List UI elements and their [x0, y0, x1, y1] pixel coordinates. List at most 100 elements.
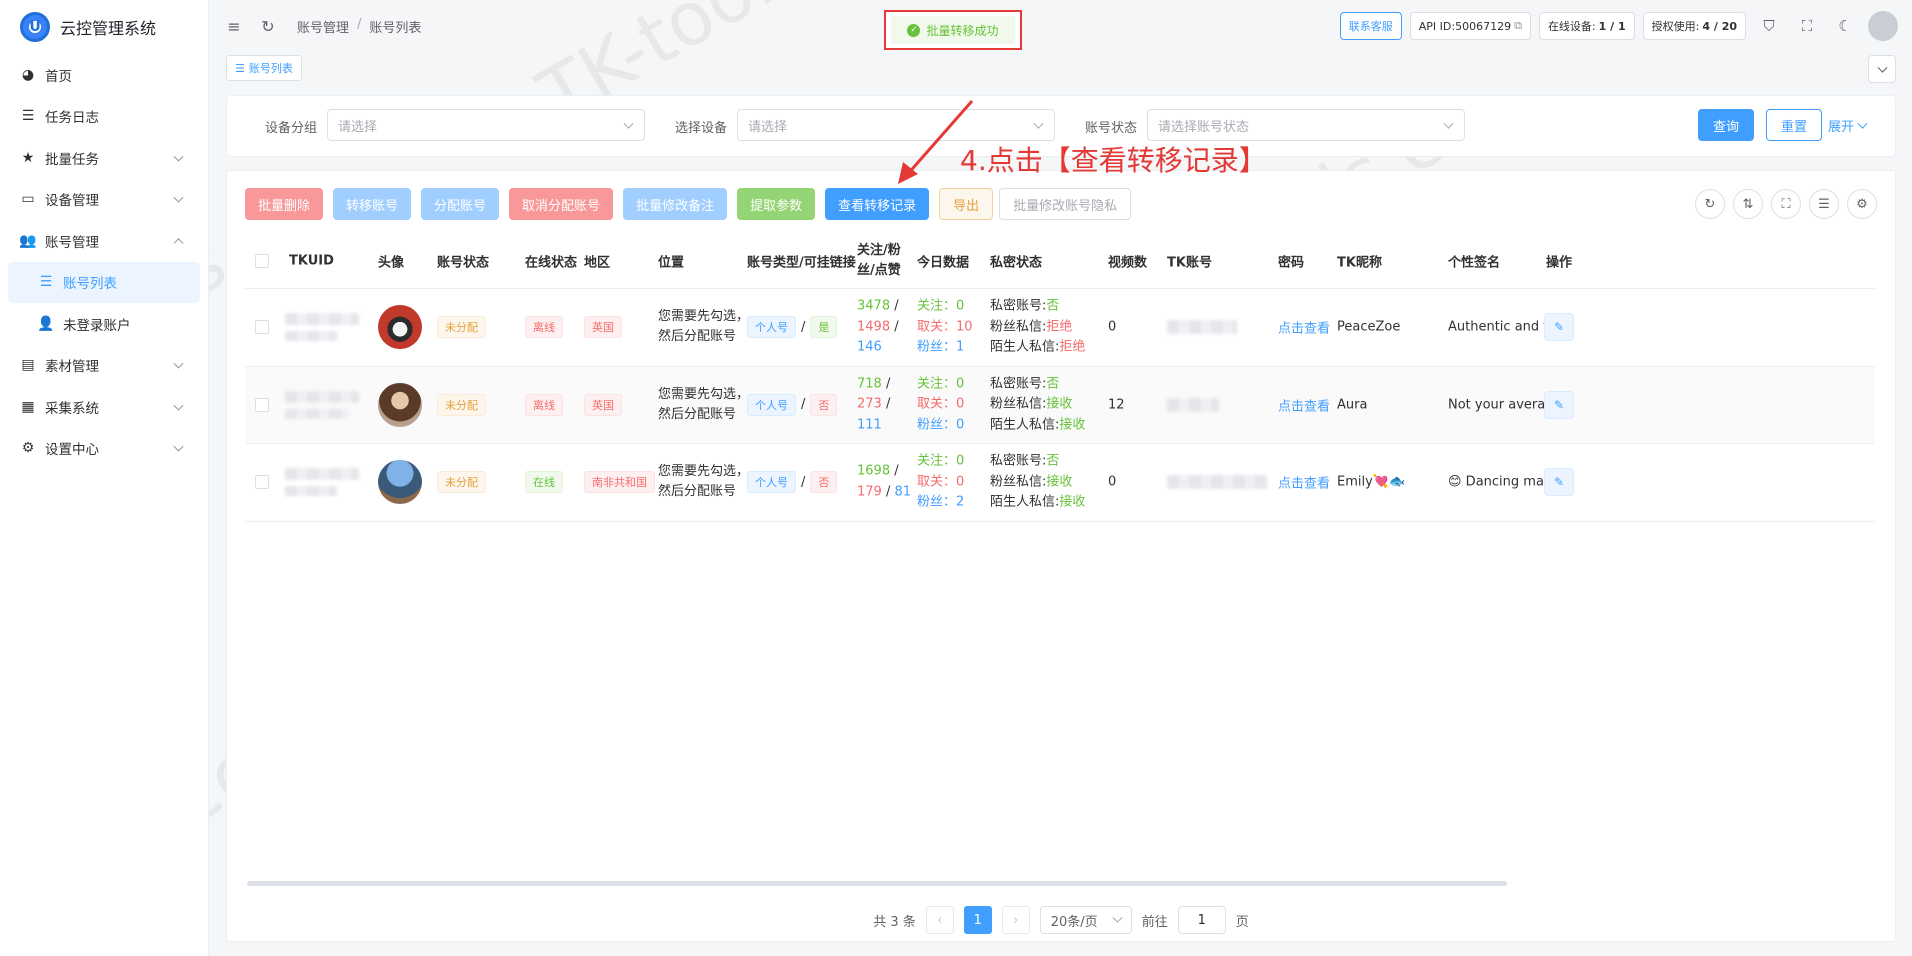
copy-icon[interactable]: ⧉ [1514, 19, 1522, 33]
col-account-type: 账号类型/可挂链接 [747, 255, 856, 270]
view-password-link[interactable]: 点击查看 [1278, 473, 1330, 492]
unassign-button[interactable]: 取消分配账号 [509, 188, 614, 220]
sidebar-item-task-log[interactable]: ☰ 任务日志 [0, 96, 208, 138]
fullscreen-icon[interactable]: ⛶ [1771, 189, 1801, 219]
row-checkbox[interactable] [255, 475, 269, 490]
table-row[interactable]: 未分配 离线 英国 您需要先勾选，然后分配账号 个人号 / 否 718 / 273 … [245, 366, 1875, 444]
reset-button[interactable]: 重置 [1766, 109, 1823, 141]
breadcrumb-item[interactable]: 账号管理 [297, 17, 349, 36]
transfer-button[interactable]: 转移账号 [333, 188, 412, 220]
assign-button[interactable]: 分配账号 [421, 188, 500, 220]
sidebar-item-batch-tasks[interactable]: ★ 批量任务 [0, 137, 208, 179]
edit-icon: ✎ [1553, 475, 1565, 490]
next-page-button[interactable]: › [1001, 906, 1030, 934]
col-privacy: 私密状态 [990, 255, 1043, 270]
chevron-up-icon [173, 237, 184, 248]
col-today-data: 今日数据 [917, 255, 970, 270]
fullscreen-icon[interactable]: ⛶ [1792, 12, 1822, 40]
today-data: 关注：0 取关：0 粉丝：2 [917, 452, 964, 514]
today-data: 关注：0 取关：10 粉丝：1 [917, 297, 973, 359]
edit-button[interactable]: ✎ [1544, 468, 1574, 497]
edit-button[interactable]: ✎ [1544, 313, 1574, 342]
table-row[interactable]: 未分配 在线 南非共和国 您需要先勾选，然后分配账号 个人号 / 否 1698 / … [245, 444, 1875, 522]
group-select[interactable]: 请选择 [327, 109, 645, 141]
row-checkbox[interactable] [255, 320, 269, 335]
view-password-link[interactable]: 点击查看 [1278, 318, 1330, 337]
online-label: 在线设备: [1547, 20, 1596, 33]
edit-button[interactable]: ✎ [1544, 390, 1574, 419]
header: ≡ ↻ 账号管理 / 账号列表 联系客服 API ID:50067129 ⧉ 在… [209, 0, 1912, 52]
online-value: 1 / 1 [1598, 19, 1626, 33]
refresh-icon[interactable]: ↻ [1695, 189, 1725, 219]
chevron-down-icon [1443, 118, 1454, 129]
col-tk-nickname: TK昵称 [1337, 255, 1382, 270]
follow-fans-likes: 1698 / 179 / 81 [857, 463, 912, 500]
table-tools: ↻ ⇅ ⛶ ☰ ⚙ [1695, 189, 1877, 219]
export-button[interactable]: 导出 [939, 188, 994, 220]
extract-params-button[interactable]: 提取参数 [737, 188, 816, 220]
status-select[interactable]: 请选择账号状态 [1147, 109, 1465, 141]
select-placeholder: 请选择 [748, 119, 788, 135]
sidebar-item-settings[interactable]: ⚙ 设置中心 [0, 428, 208, 470]
breadcrumb-item: 账号列表 [369, 20, 422, 36]
avatar[interactable] [1868, 11, 1898, 41]
query-button[interactable]: 查询 [1698, 109, 1755, 141]
edit-icon: ✎ [1553, 397, 1565, 412]
sidebar-item-home[interactable]: ◕ 首页 [0, 54, 208, 96]
page-size-select[interactable]: 20条/页 [1039, 906, 1132, 934]
today-follow: 关注：0 [917, 376, 965, 391]
sidebar-item-accounts[interactable]: 👥 账号管理 [0, 220, 208, 262]
expand-link[interactable]: 展开 [1828, 116, 1868, 135]
menu-fold-icon[interactable]: ≡ [225, 17, 243, 36]
settings-icon[interactable]: ⚙ [1847, 189, 1877, 219]
list-icon: ☰ [235, 61, 245, 75]
device-label: 选择设备 [675, 121, 728, 136]
col-position: 位置 [658, 255, 685, 270]
license-badge: 授权使用: 4 / 20 [1642, 12, 1746, 40]
batch-note-button[interactable]: 批量修改备注 [623, 188, 728, 220]
shield-icon[interactable]: ⛉ [1754, 12, 1784, 40]
sidebar-item-collection[interactable]: ▦ 采集系统 [0, 386, 208, 428]
video-count: 0 [1108, 319, 1117, 335]
table-row[interactable]: 未分配 离线 英国 您需要先勾选，然后分配账号 个人号 / 是 3478 / 149… [245, 289, 1875, 367]
gear-icon: ⚙ [21, 440, 35, 457]
region-badge: 南非共和国 [584, 471, 655, 494]
chevron-down-icon [173, 400, 184, 411]
sidebar-item-not-logged-in[interactable]: 👤 未登录账户 [0, 303, 208, 345]
batch-delete-button[interactable]: 批量删除 [245, 188, 324, 220]
col-videos: 视频数 [1108, 255, 1148, 270]
prev-page-button[interactable]: ‹ [925, 906, 954, 934]
collapse-button[interactable] [1868, 55, 1896, 83]
density-icon[interactable]: ☰ [1809, 189, 1839, 219]
privacy-value: 否 [1046, 298, 1060, 314]
sidebar-item-label: 账号列表 [63, 276, 117, 293]
refresh-icon[interactable]: ↻ [259, 17, 277, 36]
select-all-checkbox[interactable] [255, 253, 269, 268]
user-icon: 👤 [37, 315, 55, 332]
view-password-link[interactable]: 点击查看 [1278, 395, 1330, 414]
sidebar-item-materials[interactable]: ▤ 素材管理 [0, 345, 208, 387]
batch-privacy-button[interactable]: 批量修改账号隐私 [999, 188, 1132, 220]
today-unfollow: 取关：0 [917, 396, 965, 412]
success-toast: ✓ 批量转移成功 [891, 16, 1015, 44]
region-badge: 英国 [584, 393, 622, 416]
sort-icon[interactable]: ⇅ [1733, 189, 1763, 219]
moon-icon[interactable]: ☾ [1830, 12, 1860, 40]
contact-support-button[interactable]: 联系客服 [1339, 12, 1402, 40]
goto-page-input[interactable]: 1 [1177, 906, 1226, 934]
brand[interactable]: U 云控管理系统 [0, 0, 208, 54]
status-badge: 未分配 [437, 471, 486, 494]
avatar [378, 305, 422, 350]
horizontal-scrollbar[interactable] [247, 881, 1507, 886]
today-data: 关注：0 取关：0 粉丝：0 [917, 374, 964, 436]
type-badge: 个人号 [747, 471, 796, 494]
view-transfer-records-button[interactable]: 查看转移记录 [825, 188, 930, 220]
page-number[interactable]: 1 [963, 906, 992, 934]
online-badge: 在线 [525, 471, 563, 494]
sidebar-item-devices[interactable]: ▭ 设备管理 [0, 179, 208, 221]
tab-account-list[interactable]: ☰ 账号列表 [226, 55, 302, 81]
row-checkbox[interactable] [255, 397, 269, 412]
sidebar-item-account-list[interactable]: ☰ 账号列表 [8, 261, 200, 303]
api-id-badge[interactable]: API ID:50067129 ⧉ [1409, 12, 1531, 40]
follow-count: 718 [857, 376, 882, 391]
